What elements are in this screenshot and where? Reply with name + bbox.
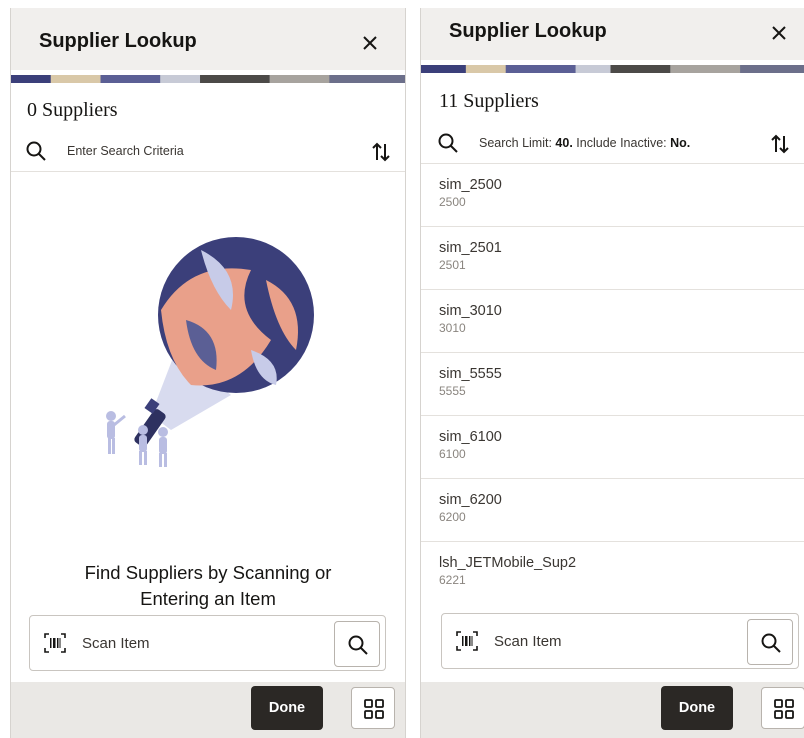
search-icon: [761, 633, 781, 653]
telescope-illustration: [106, 237, 314, 467]
empty-message-line1: Find Suppliers by Scanning or: [84, 562, 332, 583]
panel-header: Supplier Lookup: [421, 8, 804, 60]
search-limit-value: 40.: [555, 136, 573, 150]
scan-item-field[interactable]: Scan Item: [29, 615, 386, 671]
search-bar[interactable]: Enter Search Criteria: [11, 132, 405, 172]
close-button[interactable]: [357, 30, 383, 56]
search-bar[interactable]: Search Limit: 40. Include Inactive: No.: [421, 124, 804, 164]
scan-search-button[interactable]: [334, 621, 380, 667]
sort-icon[interactable]: [369, 140, 393, 164]
list-item[interactable]: lsh_JETMobile_Sup2 6221: [421, 542, 804, 605]
scan-item-input[interactable]: Scan Item: [82, 635, 150, 652]
supplier-count: 0 Suppliers: [27, 99, 118, 121]
supplier-count: 11 Suppliers: [439, 90, 539, 112]
scan-item-input[interactable]: Scan Item: [494, 633, 562, 650]
search-icon: [348, 635, 368, 655]
sort-icon[interactable]: [768, 132, 792, 156]
list-item[interactable]: sim_2500 2500: [421, 164, 804, 227]
include-inactive-label: Include Inactive:: [572, 136, 671, 150]
supplier-lookup-empty-panel: Supplier Lookup 0 Suppliers Enter Search…: [10, 8, 406, 738]
grid-icon: [364, 699, 384, 719]
supplier-id: 3010: [439, 321, 466, 335]
list-item[interactable]: sim_6100 6100: [421, 416, 804, 479]
decorative-banner: [11, 75, 405, 83]
empty-message: Find Suppliers by Scanning or Entering a…: [11, 560, 405, 612]
empty-state: Find Suppliers by Scanning or Entering a…: [11, 172, 405, 609]
close-icon: [772, 26, 786, 40]
supplier-name: sim_2500: [439, 177, 502, 193]
search-icon[interactable]: [437, 132, 459, 154]
search-criteria-summary[interactable]: Search Limit: 40. Include Inactive: No.: [479, 136, 690, 150]
supplier-name: lsh_JETMobile_Sup2: [439, 555, 577, 571]
grid-icon: [774, 699, 794, 719]
supplier-name: sim_2501: [439, 240, 502, 256]
grid-menu-button[interactable]: [351, 687, 395, 729]
supplier-id: 6200: [439, 510, 466, 524]
supplier-list: sim_2500 2500 sim_2501 2501 sim_3010 301…: [421, 164, 804, 605]
supplier-name: sim_3010: [439, 303, 502, 319]
supplier-name: sim_6200: [439, 492, 502, 508]
search-limit-label: Search Limit:: [479, 136, 556, 150]
scan-item-field[interactable]: Scan Item: [441, 613, 799, 669]
barcode-scan-icon: [456, 631, 478, 651]
supplier-lookup-results-panel: Supplier Lookup 11 Suppliers Search Limi…: [420, 8, 804, 738]
supplier-id: 5555: [439, 384, 466, 398]
supplier-id: 6100: [439, 447, 466, 461]
done-button[interactable]: Done: [251, 686, 323, 730]
list-item[interactable]: sim_6200 6200: [421, 479, 804, 542]
search-icon[interactable]: [25, 140, 47, 162]
list-item[interactable]: sim_5555 5555: [421, 353, 804, 416]
grid-menu-button[interactable]: [761, 687, 804, 729]
panel-footer: Done: [11, 682, 405, 738]
list-item[interactable]: sim_3010 3010: [421, 290, 804, 353]
panel-footer: Done: [421, 682, 804, 738]
supplier-name: sim_6100: [439, 429, 502, 445]
close-button[interactable]: [766, 20, 792, 46]
close-icon: [363, 36, 377, 50]
done-button[interactable]: Done: [661, 686, 733, 730]
list-item[interactable]: sim_2501 2501: [421, 227, 804, 290]
supplier-id: 2500: [439, 195, 466, 209]
empty-message-line2: Entering an Item: [140, 588, 276, 609]
supplier-name: sim_5555: [439, 366, 502, 382]
barcode-scan-icon: [44, 633, 66, 653]
decorative-banner: [421, 65, 804, 73]
panel-header: Supplier Lookup: [11, 8, 405, 70]
scan-search-button[interactable]: [747, 619, 793, 665]
panel-title: Supplier Lookup: [39, 30, 197, 52]
search-input[interactable]: Enter Search Criteria: [67, 144, 184, 158]
supplier-id: 2501: [439, 258, 466, 272]
panel-title: Supplier Lookup: [449, 20, 607, 42]
supplier-id: 6221: [439, 573, 466, 587]
include-inactive-value: No.: [670, 136, 691, 150]
